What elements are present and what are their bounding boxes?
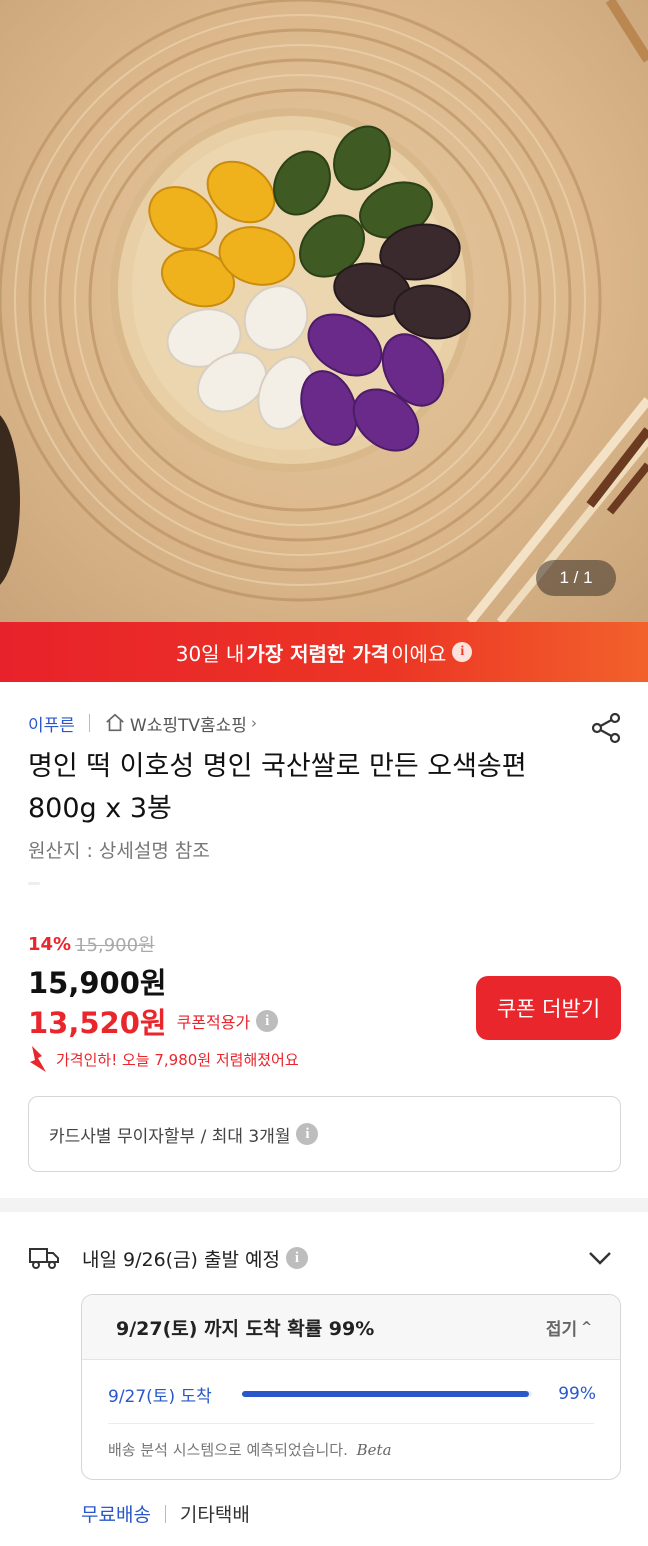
prediction-note: 배송 분석 시스템으로 예측되었습니다. Beta xyxy=(108,1439,392,1460)
departure-text: 내일 9/26(금) 출발 예정 xyxy=(82,1248,280,1271)
banner-prefix: 30일 내 xyxy=(175,641,245,666)
shipping-summary[interactable]: 내일 9/26(금) 출발 예정 i xyxy=(28,1238,620,1278)
arrival-date: 9/27(토) 도착 xyxy=(108,1386,212,1407)
share-icon[interactable] xyxy=(588,710,624,746)
arrival-prediction-panel: 9/27(토) 까지 도착 확률 99% 접기 ^ 9/27(토) 도착 99%… xyxy=(81,1294,621,1480)
probability-bar-fill xyxy=(242,1391,530,1397)
product-origin: 원산지 : 상세설명 참조 xyxy=(28,840,210,862)
coupon-price-row: 13,520원 쿠폰적용가 i xyxy=(28,1000,279,1042)
discount-rate: 14% xyxy=(28,933,72,955)
price-drop-text: 가격인하! 오늘 7,980원 저렴해졌어요 xyxy=(56,1050,299,1069)
chevron-up-icon: ^ xyxy=(581,1320,592,1335)
original-price: 15,900원 xyxy=(75,935,155,956)
seller-divider xyxy=(88,714,90,732)
free-shipping-label: 무료배송 xyxy=(81,1504,151,1526)
lowest-price-banner: 30일 내 가장 저렴한 가격 이에요 i xyxy=(0,622,648,682)
section-divider xyxy=(0,1198,648,1212)
beta-label: Beta xyxy=(356,1441,392,1459)
carrier-label: 기타택배 xyxy=(179,1504,250,1526)
discount-row: 14% 15,900원 xyxy=(28,931,155,957)
get-more-coupons-button[interactable]: 쿠폰 더받기 xyxy=(476,976,621,1040)
info-icon[interactable]: i xyxy=(256,1010,279,1032)
shop-name: W쇼핑TV홈쇼핑 xyxy=(129,715,247,736)
coupon-price: 13,520원 xyxy=(28,1006,167,1040)
banner-suffix: 이에요 xyxy=(391,641,447,666)
installment-info[interactable]: 카드사별 무이자할부 / 최대 3개월 i xyxy=(28,1096,621,1172)
shipping-type-divider xyxy=(164,1504,166,1523)
probability-bar xyxy=(242,1391,532,1397)
prediction-note-text: 배송 분석 시스템으로 예측되었습니다. xyxy=(108,1441,348,1459)
product-title: 명인 떡 이호성 명인 국산쌀로 만든 오색송편 800g x 3봉 xyxy=(28,751,527,824)
truck-icon xyxy=(29,1248,59,1269)
arrival-divider xyxy=(108,1423,594,1424)
info-icon[interactable]: i xyxy=(296,1123,319,1145)
seller-row: 이푸른 W쇼핑TV홈쇼핑 › xyxy=(28,710,257,736)
image-page-counter: 1 / 1 xyxy=(536,560,616,596)
product-image[interactable]: 1 / 1 xyxy=(0,0,648,622)
current-price: 15,900원 xyxy=(28,966,167,1000)
info-icon[interactable]: i xyxy=(452,642,473,662)
songpyeon-photo xyxy=(0,0,648,622)
price-down-arrow-icon xyxy=(30,1046,46,1072)
price-drop-notice: 가격인하! 오늘 7,980원 저렴해졌어요 xyxy=(28,1044,299,1074)
arrival-probability-row: 9/27(토) 도착 99% xyxy=(108,1379,596,1409)
arrival-headline: 9/27(토) 까지 도착 확률 99% 접기 ^ xyxy=(82,1295,620,1360)
shipping-type-row: 무료배송 기타택배 xyxy=(81,1500,250,1527)
home-icon xyxy=(106,713,124,732)
installment-text: 카드사별 무이자할부 / 최대 3개월 xyxy=(49,1126,291,1147)
divider-dot xyxy=(28,882,40,885)
chevron-right-icon: › xyxy=(250,714,257,732)
info-icon[interactable]: i xyxy=(285,1247,308,1269)
collapse-label: 접기 xyxy=(545,1320,578,1340)
seller-name[interactable]: 이푸른 xyxy=(28,711,75,736)
banner-highlight: 가장 저렴한 가격 xyxy=(246,641,390,666)
shop-link[interactable]: W쇼핑TV홈쇼핑 › xyxy=(104,711,257,736)
arrival-headline-text: 9/27(토) 까지 도착 확률 99% xyxy=(116,1317,375,1340)
collapse-button[interactable]: 접기 ^ xyxy=(546,1315,592,1340)
chevron-down-icon[interactable] xyxy=(586,1244,614,1272)
arrival-probability: 99% xyxy=(558,1384,596,1404)
coupon-price-label: 쿠폰적용가 xyxy=(176,1013,251,1032)
